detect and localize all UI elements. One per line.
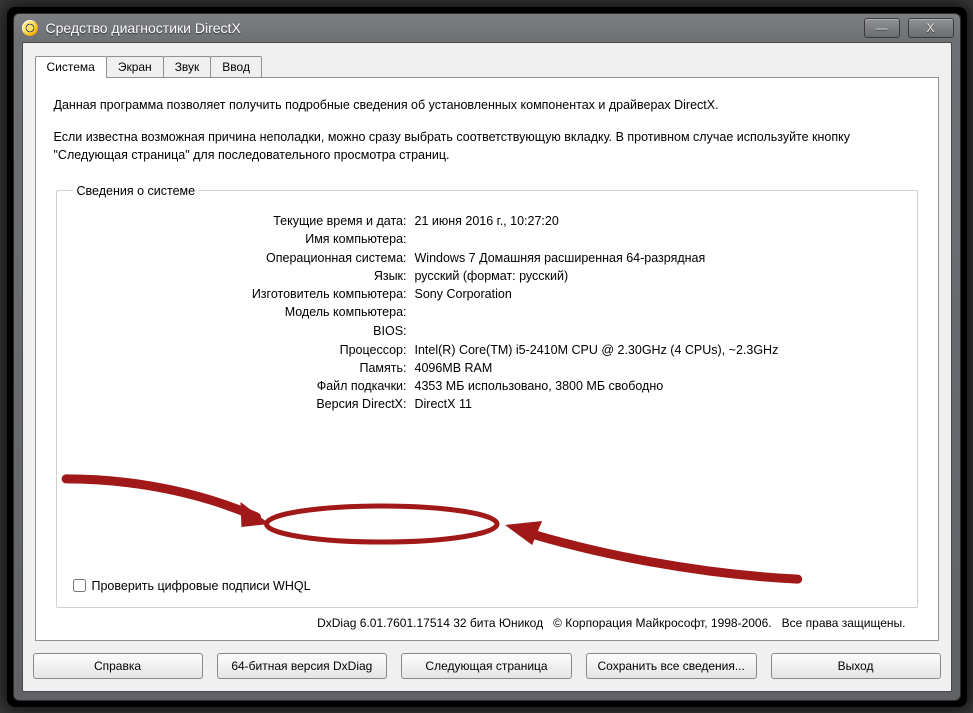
whql-label: Проверить цифровые подписи WHQL — [92, 579, 311, 593]
window-frame: Средство диагностики DirectX — X Система… — [13, 13, 961, 701]
label-datetime: Текущие время и дата: — [73, 212, 411, 230]
exit-button[interactable]: Выход — [771, 653, 941, 679]
row-ram: Память: 4096MB RAM — [73, 359, 901, 377]
row-model: Модель компьютера: — [73, 303, 901, 322]
label-cpu: Процессор: — [73, 341, 411, 359]
row-pcname: Имя компьютера: — [73, 230, 901, 249]
label-lang: Язык: — [73, 267, 411, 285]
value-pcname — [411, 230, 901, 249]
system-info-legend: Сведения о системе — [73, 184, 200, 198]
intro-paragraph-1: Данная программа позволяет получить подр… — [54, 96, 920, 114]
help-button[interactable]: Справка — [33, 653, 203, 679]
tab-display[interactable]: Экран — [106, 56, 164, 78]
system-info-group: Сведения о системе Текущие время и дата:… — [56, 184, 918, 608]
whql-checkbox[interactable] — [73, 579, 86, 592]
next-page-button[interactable]: Следующая страница — [401, 653, 572, 679]
save-all-button[interactable]: Сохранить все сведения... — [586, 653, 757, 679]
label-ram: Память: — [73, 359, 411, 377]
whql-checkbox-row[interactable]: Проверить цифровые подписи WHQL — [73, 579, 311, 593]
tab-input[interactable]: Ввод — [210, 56, 262, 78]
label-manuf: Изготовитель компьютера: — [73, 285, 411, 303]
row-pagefile: Файл подкачки: 4353 МБ использовано, 380… — [73, 377, 901, 395]
row-datetime: Текущие время и дата: 21 июня 2016 г., 1… — [73, 212, 901, 230]
client-area: Система Экран Звук Ввод Данная программа… — [22, 42, 952, 692]
titlebar: Средство диагностики DirectX — X — [14, 14, 960, 42]
label-bios: BIOS: — [73, 322, 411, 341]
row-os: Операционная система: Windows 7 Домашняя… — [73, 249, 901, 268]
value-dxver: DirectX 11 — [411, 395, 901, 413]
window-title: Средство диагностики DirectX — [46, 20, 241, 36]
value-model — [411, 303, 901, 322]
value-manuf: Sony Corporation — [411, 285, 901, 303]
value-cpu: Intel(R) Core(TM) i5-2410M CPU @ 2.30GHz… — [411, 341, 901, 359]
value-os: Windows 7 Домашняя расширенная 64-разряд… — [411, 249, 901, 268]
intro-paragraph-2: Если известна возможная причина неполадк… — [54, 128, 920, 164]
system-info-table: Текущие время и дата: 21 июня 2016 г., 1… — [73, 212, 901, 413]
app-icon — [22, 20, 38, 36]
row-cpu: Процессор: Intel(R) Core(TM) i5-2410M CP… — [73, 341, 901, 359]
bit64-button[interactable]: 64-битная версия DxDiag — [217, 653, 388, 679]
copyright-text: © Корпорация Майкрософт, 1998-2006. — [553, 616, 772, 630]
label-dxver: Версия DirectX: — [73, 395, 411, 413]
button-bar: Справка 64-битная версия DxDiag Следующа… — [23, 641, 951, 691]
dxdiag-version: DxDiag 6.01.7601.17514 32 бита Юникод — [317, 616, 543, 630]
tab-sound[interactable]: Звук — [163, 56, 212, 78]
row-manuf: Изготовитель компьютера: Sony Corporatio… — [73, 285, 901, 303]
value-ram: 4096MB RAM — [411, 359, 901, 377]
minimize-button[interactable]: — — [864, 18, 900, 38]
rights-text: Все права защищены. — [782, 616, 906, 630]
label-pcname: Имя компьютера: — [73, 230, 411, 249]
value-datetime: 21 июня 2016 г., 10:27:20 — [411, 212, 901, 230]
row-dxver: Версия DirectX: DirectX 11 — [73, 395, 901, 413]
tab-system[interactable]: Система — [35, 56, 107, 78]
label-os: Операционная система: — [73, 249, 411, 268]
tab-panel-system: Данная программа позволяет получить подр… — [35, 77, 939, 641]
row-lang: Язык: русский (формат: русский) — [73, 267, 901, 285]
legal-footer: DxDiag 6.01.7601.17514 32 бита Юникод © … — [54, 616, 906, 630]
value-pagefile: 4353 МБ использовано, 3800 МБ свободно — [411, 377, 901, 395]
close-button[interactable]: X — [908, 18, 954, 38]
label-pagefile: Файл подкачки: — [73, 377, 411, 395]
value-bios — [411, 322, 901, 341]
label-model: Модель компьютера: — [73, 303, 411, 322]
row-bios: BIOS: — [73, 322, 901, 341]
value-lang: русский (формат: русский) — [411, 267, 901, 285]
